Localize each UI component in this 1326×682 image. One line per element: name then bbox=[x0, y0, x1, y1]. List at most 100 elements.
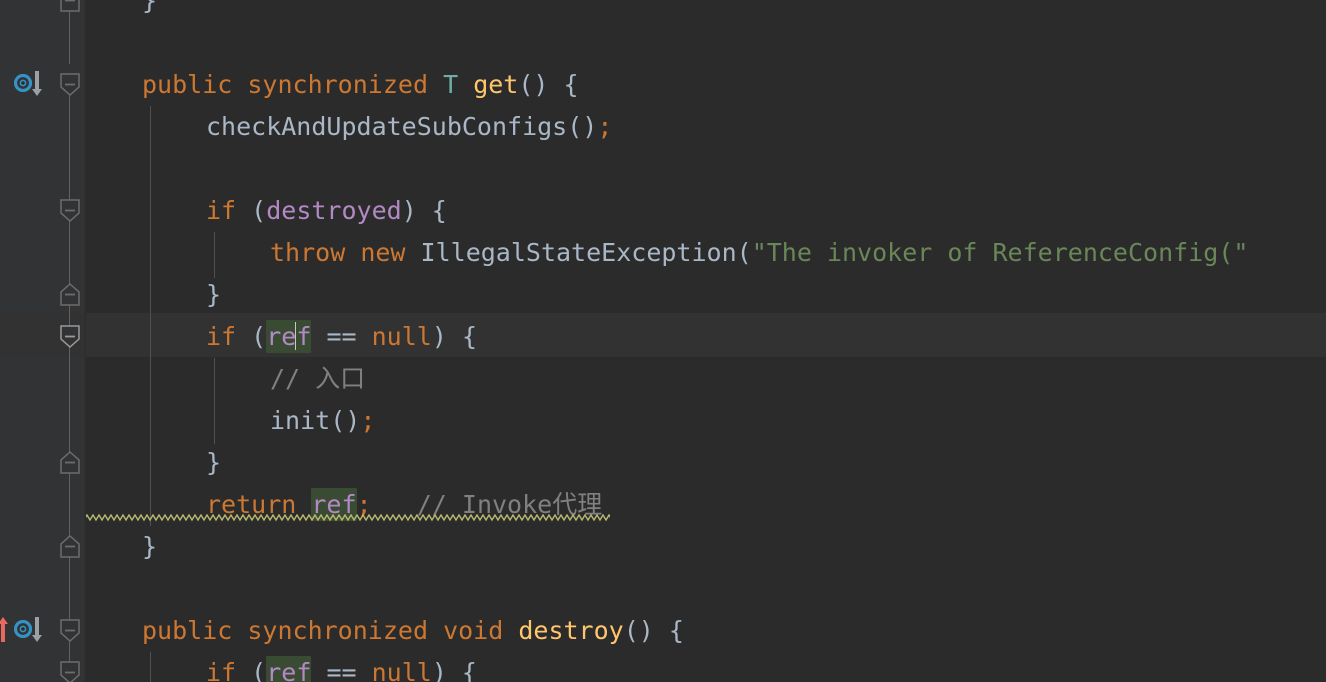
code-token: () { bbox=[623, 616, 684, 645]
code-line[interactable]: if (ref == null) { bbox=[206, 316, 477, 358]
code-line[interactable]: public synchronized T get() { bbox=[142, 64, 579, 106]
indent-guide bbox=[214, 232, 215, 278]
code-token: throw bbox=[270, 238, 346, 267]
fold-marker-shape bbox=[60, 0, 80, 12]
fold-end-marker[interactable] bbox=[60, 450, 80, 474]
code-token: public bbox=[142, 616, 233, 645]
code-line[interactable]: } bbox=[206, 442, 221, 484]
code-token: null bbox=[371, 658, 432, 682]
gutter-glyph-row[interactable] bbox=[0, 64, 56, 106]
fold-end-marker[interactable] bbox=[60, 0, 80, 12]
code-token: ) { bbox=[431, 322, 477, 351]
fold-start-marker[interactable] bbox=[60, 199, 80, 223]
code-token: "The invoker of ReferenceConfig(" bbox=[751, 238, 1249, 267]
fold-start-marker[interactable] bbox=[60, 661, 80, 682]
fold-marker-shape bbox=[60, 619, 80, 643]
fold-marker-shape bbox=[60, 661, 80, 682]
code-token: ( bbox=[236, 196, 267, 225]
implemented-method-icon[interactable] bbox=[13, 73, 33, 93]
fold-spine-line bbox=[69, 86, 70, 666]
code-editor[interactable]: } public synchronized T get() {checkAndUp… bbox=[0, 0, 1326, 682]
code-line[interactable]: init(); bbox=[270, 400, 375, 442]
code-line[interactable]: if (ref == null) { bbox=[206, 652, 477, 682]
highlighted-identifier: re bbox=[266, 320, 297, 353]
code-token: synchronized bbox=[247, 616, 428, 645]
fold-end-marker[interactable] bbox=[60, 282, 80, 306]
code-token: == bbox=[326, 322, 357, 351]
code-token: } bbox=[206, 280, 222, 309]
highlighted-identifier: ref bbox=[266, 656, 312, 682]
code-token: ( bbox=[236, 322, 267, 351]
code-token: get bbox=[473, 70, 519, 99]
code-line[interactable]: public synchronized void destroy() { bbox=[142, 610, 684, 652]
code-token: void bbox=[443, 616, 504, 645]
gutter-glyph-row[interactable] bbox=[0, 610, 56, 652]
highlighted-identifier: f bbox=[296, 320, 312, 353]
indent-guide bbox=[150, 652, 151, 682]
fold-start-marker[interactable] bbox=[60, 619, 80, 643]
code-line[interactable]: checkAndUpdateSubConfigs(); bbox=[206, 106, 612, 148]
fold-start-marker[interactable] bbox=[60, 325, 80, 349]
code-token: // 入口 bbox=[270, 364, 366, 393]
code-token: ; bbox=[597, 112, 613, 141]
code-line[interactable]: throw new IllegalStateException("The inv… bbox=[270, 232, 1248, 274]
fold-marker-shape bbox=[60, 73, 80, 97]
code-line[interactable]: // 入口 bbox=[270, 358, 365, 400]
code-line[interactable]: } bbox=[142, 0, 157, 22]
indent-guide bbox=[214, 358, 215, 444]
code-token: () { bbox=[518, 70, 579, 99]
fold-marker-shape bbox=[60, 534, 80, 558]
code-token: () bbox=[330, 406, 361, 435]
code-token: checkAndUpdateSubConfigs bbox=[206, 112, 568, 141]
code-token: init bbox=[270, 406, 331, 435]
code-token: () bbox=[567, 112, 598, 141]
code-token: ) { bbox=[401, 196, 447, 225]
code-token: == bbox=[326, 658, 357, 682]
code-token: null bbox=[371, 322, 432, 351]
code-line[interactable]: } bbox=[206, 274, 221, 316]
code-token: } bbox=[206, 448, 222, 477]
fold-marker-shape bbox=[60, 325, 80, 349]
code-token: ( bbox=[736, 238, 752, 267]
code-token: public bbox=[142, 70, 233, 99]
code-token: if bbox=[206, 658, 237, 682]
code-token: new bbox=[360, 238, 406, 267]
fold-end-marker[interactable] bbox=[60, 534, 80, 558]
fold-start-marker[interactable] bbox=[60, 73, 80, 97]
code-token: T bbox=[443, 70, 459, 99]
overriding-method-arrow-icon[interactable] bbox=[0, 615, 10, 642]
code-text-area[interactable]: } public synchronized T get() {checkAndUp… bbox=[84, 0, 1326, 682]
indent-guide bbox=[150, 106, 151, 526]
fold-marker-shape bbox=[60, 282, 80, 306]
code-token: if bbox=[206, 322, 237, 351]
code-token: ; bbox=[360, 406, 376, 435]
code-line[interactable]: if (destroyed) { bbox=[206, 190, 447, 232]
implemented-method-icon[interactable] bbox=[13, 619, 33, 639]
fold-marker-shape bbox=[60, 199, 80, 223]
code-token: if bbox=[206, 196, 237, 225]
code-token: destroy bbox=[518, 616, 624, 645]
implemented-method-down-arrow-icon[interactable] bbox=[30, 70, 44, 96]
code-token: destroyed bbox=[266, 196, 402, 225]
code-line[interactable]: } bbox=[142, 526, 157, 568]
code-token: ( bbox=[236, 658, 267, 682]
code-token: } bbox=[142, 0, 158, 15]
return-value-warning-squiggle bbox=[84, 507, 613, 526]
fold-marker-shape bbox=[60, 450, 80, 474]
implemented-method-down-arrow-icon[interactable] bbox=[30, 616, 44, 642]
gutter-divider bbox=[84, 0, 86, 682]
code-token: synchronized bbox=[247, 70, 428, 99]
code-token: ) { bbox=[431, 658, 477, 682]
